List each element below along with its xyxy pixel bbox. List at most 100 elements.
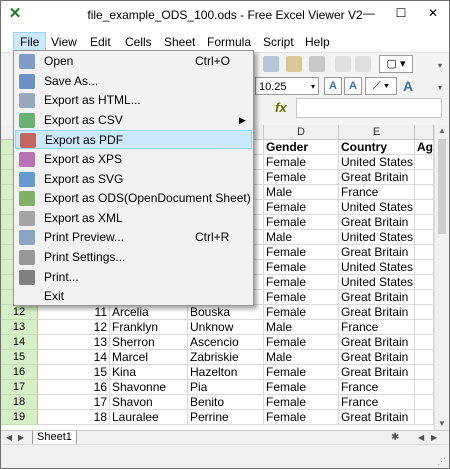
file-menu-item[interactable]: Export as PDF [15,130,252,150]
file-menu-item[interactable]: Export as HTML... [15,91,252,110]
cell-gender[interactable]: Female [264,395,339,410]
row-header[interactable]: 14 [1,335,38,350]
file-menu-item[interactable]: Export as XML [15,209,252,228]
cell-age[interactable] [415,245,434,260]
cell-country[interactable]: United States [339,155,415,170]
cell-last-name[interactable]: Unknow [188,320,264,335]
file-menu-item[interactable]: Print Settings... [15,248,252,267]
cell-first-name[interactable]: Franklyn [110,320,188,335]
row-header[interactable]: 17 [1,380,38,395]
cell-age[interactable] [415,200,434,215]
redo-icon[interactable] [355,56,371,72]
file-menu-item[interactable]: Export as CSV ▶ [15,111,252,130]
row-header[interactable]: 12 [1,305,38,320]
cell-first-name[interactable]: Lauralee [110,410,188,425]
cell-gender[interactable]: Female [264,275,339,290]
cell-id[interactable]: 18 [38,410,110,425]
cell-id[interactable]: 13 [38,335,110,350]
font-size-dropdown[interactable]: 10.25 ▾ [255,77,319,95]
toolbar-overflow-2-icon[interactable]: ▾ [438,83,442,92]
cell-age[interactable] [415,335,434,350]
scroll-down-icon[interactable]: ▼ [435,418,449,430]
cell-country[interactable]: Great Britain [339,215,415,230]
menu-cells[interactable]: Cells [119,33,158,51]
cell-first-name[interactable]: Sherron [110,335,188,350]
cell-country[interactable]: France [339,185,415,200]
cell-id[interactable]: 17 [38,395,110,410]
cell-country[interactable]: Great Britain [339,350,415,365]
cell-age[interactable] [415,380,434,395]
cell-country[interactable]: Great Britain [339,245,415,260]
font-grow-icon[interactable]: A [324,77,342,95]
cell-country[interactable]: Great Britain [339,335,415,350]
cell-last-name[interactable]: Perrine [188,410,264,425]
cell-country[interactable]: Country [339,140,415,155]
vertical-scrollbar[interactable]: ▲ ▼ [434,125,449,430]
scroll-thumb[interactable] [438,139,446,234]
cell-gender[interactable]: Female [264,245,339,260]
cell-country[interactable]: France [339,380,415,395]
cell-country[interactable]: Great Britain [339,170,415,185]
menu-view[interactable]: View [45,33,83,51]
cell-age[interactable] [415,170,434,185]
minimize-button[interactable]: — [354,1,384,25]
row-header[interactable]: 13 [1,320,38,335]
cell-country[interactable]: Great Britain [339,290,415,305]
cell-age[interactable] [415,410,434,425]
maximize-button[interactable]: ☐ [386,1,416,25]
cell-gender[interactable]: Female [264,155,339,170]
tab-next-icon[interactable]: ▶ [18,431,24,445]
cell-country[interactable]: United States [339,200,415,215]
hscroll-left-icon[interactable]: ◀ [418,431,424,445]
tab-splitter-icon[interactable]: ✱ [391,431,399,445]
cell-gender[interactable]: Female [264,365,339,380]
cell-age[interactable] [415,365,434,380]
cell-last-name[interactable]: Ascencio [188,335,264,350]
column-header-e[interactable]: E [339,125,415,140]
format-painter-icon[interactable] [309,56,325,72]
paste-icon[interactable] [286,56,302,72]
row-header[interactable]: 18 [1,395,38,410]
cell-gender[interactable]: Female [264,380,339,395]
undo-icon[interactable] [335,56,351,72]
cell-age[interactable] [415,185,434,200]
row-header[interactable]: 16 [1,365,38,380]
cell-country[interactable]: United States [339,275,415,290]
cell-gender[interactable]: Male [264,185,339,200]
menu-help[interactable]: Help [299,33,336,51]
row-header[interactable]: 19 [1,410,38,425]
cell-gender[interactable]: Male [264,350,339,365]
file-menu-item[interactable]: Print Preview... Ctrl+R [15,228,252,247]
menu-file[interactable]: File [13,32,47,52]
cell-age[interactable] [415,350,434,365]
cell-first-name[interactable]: Arcelia [110,305,188,320]
cell-age[interactable] [415,215,434,230]
cell-gender[interactable]: Female [264,170,339,185]
cell-last-name[interactable]: Benito [188,395,264,410]
resize-grip-icon[interactable]: ⋰ [437,456,446,467]
cell-age[interactable] [415,320,434,335]
cell-first-name[interactable]: Marcel [110,350,188,365]
cell-country[interactable]: United States [339,260,415,275]
cell-id[interactable]: 16 [38,380,110,395]
cell-id[interactable]: 15 [38,365,110,380]
file-menu-item[interactable]: Print... [15,268,252,287]
cell-gender[interactable]: Female [264,290,339,305]
file-menu-item[interactable]: Export as SVG [15,170,252,189]
cell-first-name[interactable]: Kina [110,365,188,380]
cell-age[interactable] [415,395,434,410]
cell-first-name[interactable]: Shavon [110,395,188,410]
cell-country[interactable]: Great Britain [339,365,415,380]
menu-formula[interactable]: Formula [201,33,257,51]
font-color-icon[interactable]: A [403,78,419,94]
sheet-tab[interactable]: Sheet1 [32,431,77,445]
file-menu-item[interactable]: Open Ctrl+O [15,52,252,71]
cell-id[interactable]: 12 [38,320,110,335]
cell-gender[interactable]: Female [264,200,339,215]
cell-age[interactable] [415,260,434,275]
cell-country[interactable]: United States [339,230,415,245]
column-header-f[interactable] [415,125,434,140]
close-button[interactable]: ✕ [418,1,448,25]
cell-last-name[interactable]: Zabriskie [188,350,264,365]
cell-country[interactable]: France [339,395,415,410]
